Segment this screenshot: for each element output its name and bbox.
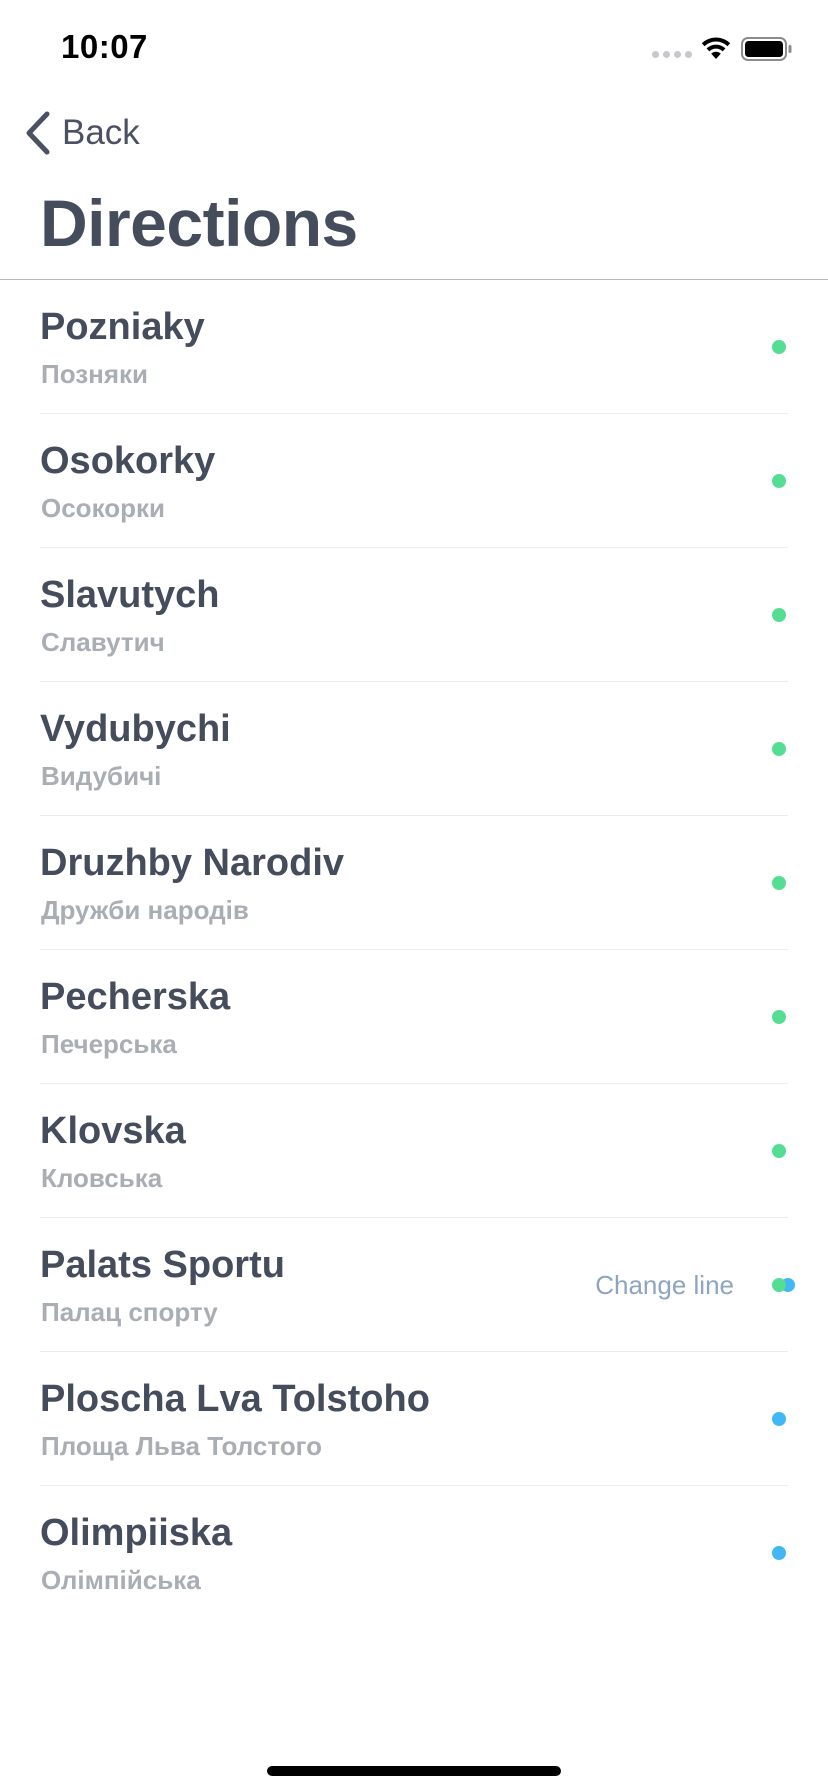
chevron-left-icon bbox=[26, 111, 50, 155]
line-dot-green bbox=[772, 1144, 786, 1158]
line-dot-green bbox=[772, 608, 786, 622]
station-name: Slavutych bbox=[40, 574, 220, 616]
cellular-signal-icon bbox=[652, 51, 692, 58]
station-native-name: Дружби народів bbox=[41, 895, 249, 925]
station-row[interactable]: Pozniaky Позняки bbox=[0, 280, 828, 414]
line-dot-green bbox=[772, 876, 786, 890]
station-row[interactable]: Olimpiiska Олімпійська bbox=[0, 1486, 828, 1620]
home-indicator[interactable] bbox=[267, 1766, 561, 1776]
back-button[interactable]: Back bbox=[24, 108, 140, 158]
station-row[interactable]: Klovska Кловська bbox=[0, 1084, 828, 1218]
station-row[interactable]: Palats Sportu Палац спорту Change line bbox=[0, 1218, 828, 1352]
station-name: Olimpiiska bbox=[40, 1512, 233, 1554]
change-line-button[interactable]: Change line bbox=[595, 1270, 734, 1301]
station-name: Pozniaky bbox=[40, 306, 205, 348]
station-name: Klovska bbox=[40, 1110, 186, 1152]
station-row[interactable]: Ploscha Lva Tolstoho Площа Льва Толстого bbox=[0, 1352, 828, 1486]
station-native-name: Славутич bbox=[41, 627, 165, 657]
station-name: Osokorky bbox=[40, 440, 216, 482]
battery-icon bbox=[741, 37, 792, 61]
station-native-name: Печерська bbox=[41, 1029, 177, 1059]
station-native-name: Олімпійська bbox=[41, 1565, 201, 1595]
back-label: Back bbox=[62, 113, 140, 152]
line-dot-green bbox=[772, 1010, 786, 1024]
station-native-name: Видубичі bbox=[41, 761, 162, 791]
line-dot-green bbox=[772, 1278, 786, 1292]
station-name: Druzhby Narodiv bbox=[40, 842, 345, 884]
station-native-name: Кловська bbox=[41, 1163, 163, 1193]
station-row[interactable]: Pecherska Печерська bbox=[0, 950, 828, 1084]
station-native-name: Осокорки bbox=[41, 493, 165, 523]
station-list: Pozniaky Позняки Osokorky Осокорки Slavu… bbox=[0, 280, 828, 1620]
line-dot-blue bbox=[772, 1546, 786, 1560]
status-bar: 10:07 bbox=[0, 0, 828, 100]
station-native-name: Палац спорту bbox=[41, 1297, 218, 1327]
station-row[interactable]: Slavutych Славутич bbox=[0, 548, 828, 682]
line-dot-green bbox=[772, 340, 786, 354]
station-row[interactable]: Vydubychi Видубичі bbox=[0, 682, 828, 816]
station-row[interactable]: Druzhby Narodiv Дружби народів bbox=[0, 816, 828, 950]
line-dot-green bbox=[772, 474, 786, 488]
wifi-icon bbox=[701, 37, 731, 59]
station-name: Vydubychi bbox=[40, 708, 231, 750]
line-dot-blue bbox=[772, 1412, 786, 1426]
station-name: Ploscha Lva Tolstoho bbox=[40, 1378, 430, 1420]
station-name: Pecherska bbox=[40, 976, 231, 1018]
page-title: Directions bbox=[40, 186, 358, 260]
station-row[interactable]: Osokorky Осокорки bbox=[0, 414, 828, 548]
line-dot-green bbox=[772, 742, 786, 756]
station-native-name: Позняки bbox=[41, 359, 149, 389]
station-name: Palats Sportu bbox=[40, 1244, 285, 1286]
status-time: 10:07 bbox=[61, 28, 148, 65]
station-native-name: Площа Льва Толстого bbox=[41, 1431, 322, 1461]
